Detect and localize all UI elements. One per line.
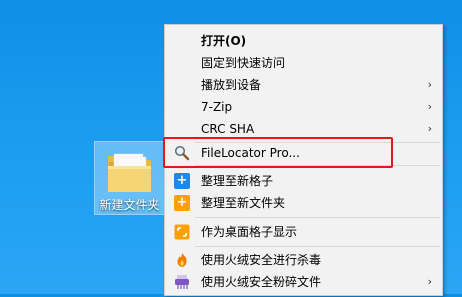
menu-item-label: 使用火绒安全粉碎文件: [201, 275, 322, 289]
menu-item-label: 整理至新格子: [201, 174, 274, 188]
menu-item-crc-sha[interactable]: CRC SHA ›: [165, 118, 442, 140]
menu-item-label: 使用火绒安全进行杀毒: [201, 253, 322, 267]
magnifier-icon: [174, 145, 190, 161]
menu-separator: [195, 246, 440, 247]
menu-item-label: 打开(O): [201, 34, 247, 48]
grid-display-icon: [174, 224, 190, 240]
menu-item-show-as-desktop-grid[interactable]: 作为桌面格子显示: [165, 221, 442, 243]
menu-item-cast-to-device[interactable]: 播放到设备 ›: [165, 74, 442, 96]
desktop-folder-icon[interactable]: 新建文件夹: [94, 141, 165, 215]
menu-item-label: 播放到设备: [201, 78, 262, 92]
menu-item-7zip[interactable]: 7-Zip ›: [165, 96, 442, 118]
chevron-right-icon: ›: [427, 78, 432, 91]
shredder-icon: [174, 274, 190, 290]
chevron-right-icon: ›: [427, 122, 432, 135]
menu-separator: [195, 217, 440, 218]
menu-item-huorong-shred[interactable]: 使用火绒安全粉碎文件 ›: [165, 271, 442, 293]
menu-item-pin-quick-access[interactable]: 固定到快速访问: [165, 52, 442, 74]
menu-item-label: 固定到快速访问: [201, 56, 286, 70]
menu-item-label: CRC SHA: [201, 122, 255, 136]
context-menu: 打开(O) 固定到快速访问 播放到设备 › 7-Zip › CRC SHA › …: [164, 24, 443, 296]
menu-item-label: 作为桌面格子显示: [201, 225, 298, 239]
menu-item-organize-new-grid[interactable]: + 整理至新格子: [165, 170, 442, 192]
add-folder-icon: +: [174, 195, 190, 211]
chevron-right-icon: ›: [427, 275, 432, 288]
desktop-folder-label: 新建文件夹: [99, 198, 160, 212]
huorong-shield-icon: [174, 252, 190, 268]
menu-item-open[interactable]: 打开(O): [165, 30, 442, 52]
add-grid-icon: +: [174, 173, 190, 189]
menu-item-label: 7-Zip: [201, 100, 233, 114]
folder-icon: [108, 153, 151, 192]
chevron-right-icon: ›: [427, 100, 432, 113]
menu-item-label: 整理至新文件夹: [201, 196, 286, 210]
menu-item-huorong-scan[interactable]: 使用火绒安全进行杀毒: [165, 249, 442, 271]
menu-separator: [195, 165, 440, 166]
menu-item-filelocator-pro[interactable]: FileLocator Pro...: [165, 142, 442, 164]
menu-item-organize-new-folder[interactable]: + 整理至新文件夹: [165, 192, 442, 214]
menu-item-label: FileLocator Pro...: [201, 146, 300, 160]
